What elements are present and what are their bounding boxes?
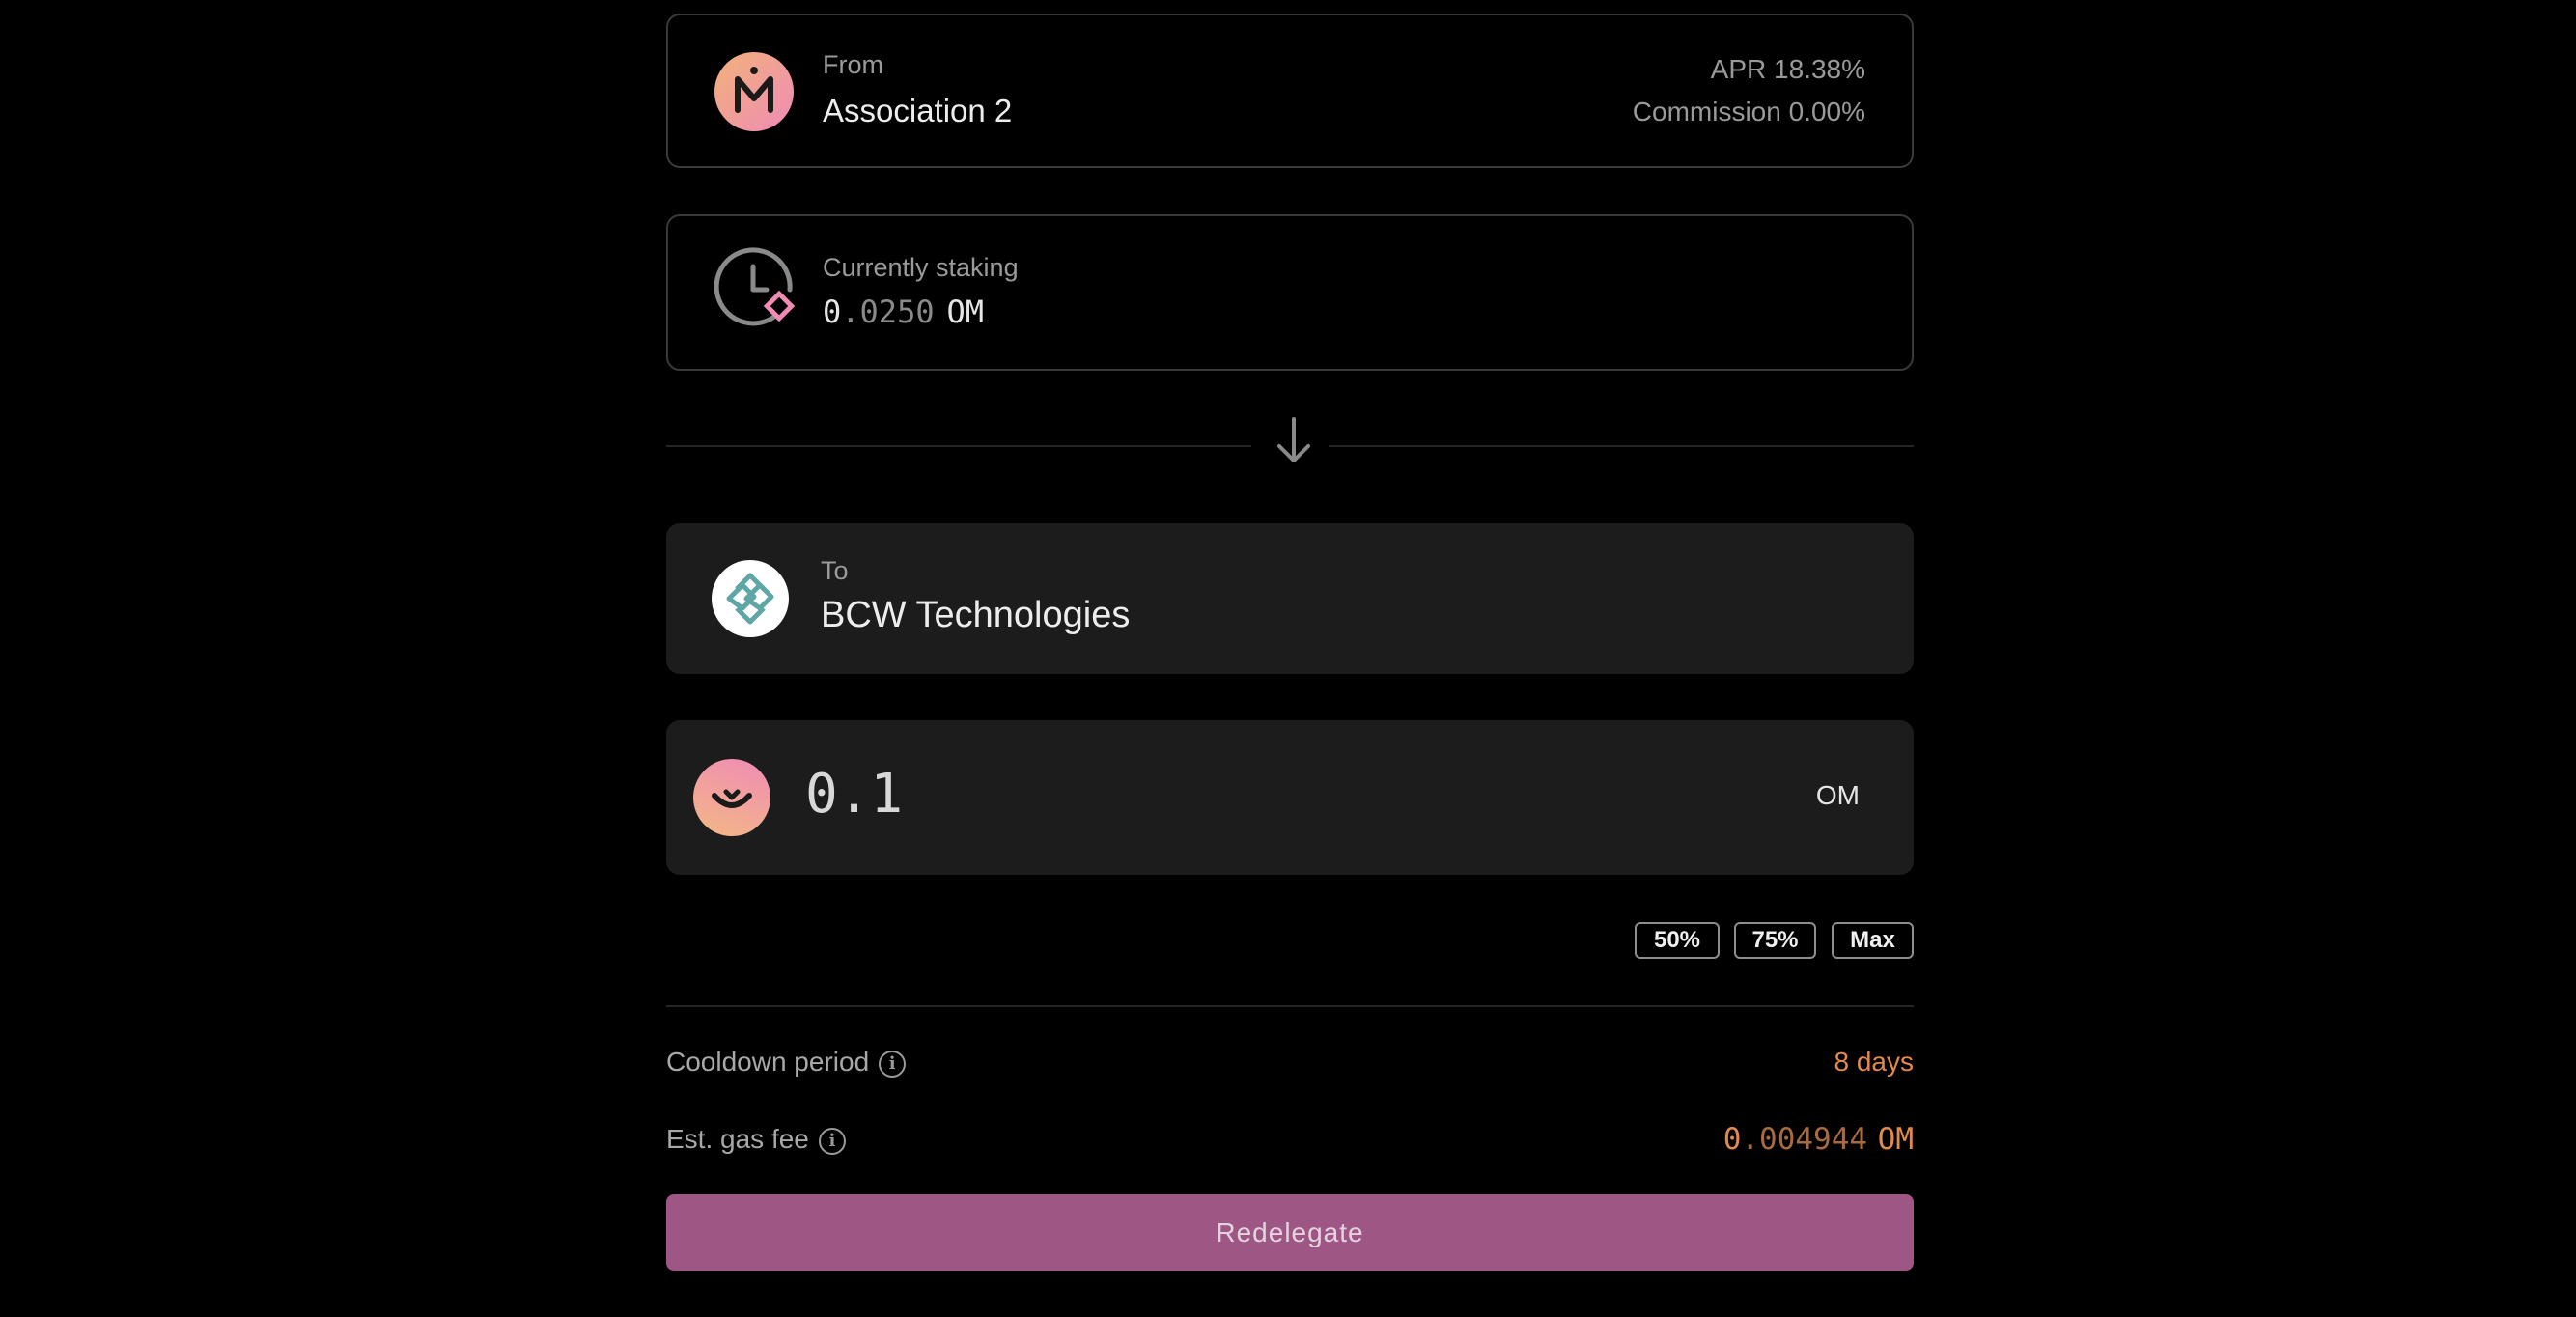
amount-input-card: 0.1 OM [666,720,1914,875]
gas-fee-info-icon[interactable]: i [818,1127,846,1155]
preset-max-button[interactable]: Max [1832,922,1914,959]
from-validator-name: Association 2 [823,93,1013,128]
from-validator-card: From Association 2 APR 18.38% Commission… [666,14,1914,168]
currently-staking-label: Currently staking [823,253,1019,282]
redelegate-button[interactable]: Redelegate [666,1194,1914,1271]
to-validator-name: BCW Technologies [821,595,1131,635]
currently-staking-card: Currently staking 0.0250 OM [666,214,1914,371]
cooldown-row: Cooldown period i [666,1047,907,1078]
arrow-down-icon [1272,417,1316,463]
redelegate-form: From Association 2 APR 18.38% Commission… [666,0,1914,1317]
from-label: From [823,50,883,79]
from-commission: Commission 0.00% [1632,97,1865,126]
cooldown-info-icon[interactable]: i [879,1050,907,1078]
preset-50-button[interactable]: 50% [1635,922,1720,959]
staked-amount: 0.0250 OM [823,294,984,330]
amount-input[interactable]: 0.1 [805,763,903,826]
divider-left [666,445,1251,447]
gas-fee-frac: .004944 [1741,1122,1868,1157]
staked-amount-frac: .0250 [841,294,935,330]
staked-unit: OM [946,294,985,330]
gas-fee-label: Est. gas fee [666,1124,809,1154]
staked-amount-int: 0 [823,294,842,330]
cooldown-label: Cooldown period [666,1047,870,1077]
to-validator-card[interactable]: To BCW Technologies [666,523,1914,674]
to-label: To [821,556,849,585]
om-token-icon [693,759,770,836]
preset-75-button[interactable]: 75% [1734,922,1816,959]
amount-unit: OM [1815,780,1860,810]
gas-fee-int: 0 [1722,1122,1742,1157]
summary-divider [666,1005,1914,1007]
bcw-logo-icon [712,560,789,637]
mantra-logo-icon [714,52,794,131]
gas-fee-row: Est. gas fee i [666,1124,846,1155]
gas-fee-value: 0.004944 OM [1723,1122,1914,1157]
from-apr: APR 18.38% [1710,54,1865,84]
cooldown-value: 8 days [1834,1047,1915,1077]
gas-fee-unit: OM [1877,1122,1914,1157]
clock-stake-icon [714,247,798,330]
divider-right [1329,445,1914,447]
